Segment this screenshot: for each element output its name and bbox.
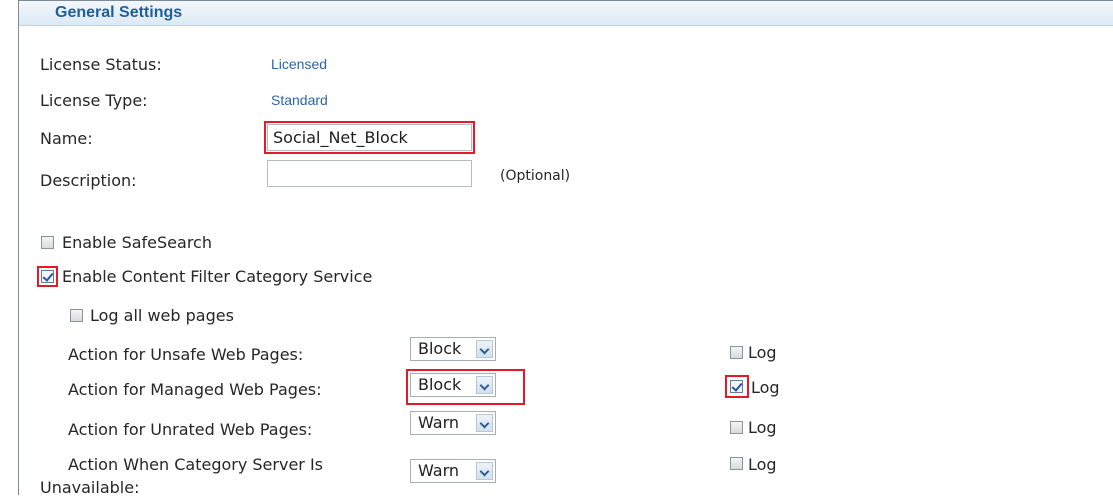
managed-action-label: Action for Managed Web Pages: bbox=[68, 380, 322, 399]
managed-log-label: Log bbox=[751, 378, 780, 397]
unsafe-action-select[interactable]: Block bbox=[410, 337, 496, 361]
chevron-down-icon[interactable] bbox=[476, 414, 493, 432]
section-title: General Settings bbox=[55, 4, 183, 21]
license-type-value: Standard bbox=[271, 92, 328, 108]
content-filter-label: Enable Content Filter Category Service bbox=[62, 267, 373, 286]
license-status-value: Licensed bbox=[271, 56, 328, 72]
unrated-log-checkbox[interactable] bbox=[730, 421, 743, 434]
unavailable-log-checkbox[interactable] bbox=[730, 457, 743, 470]
log-all-checkbox[interactable] bbox=[70, 309, 83, 322]
safesearch-checkbox[interactable] bbox=[41, 236, 54, 249]
unsafe-action-label: Action for Unsafe Web Pages: bbox=[68, 345, 304, 364]
name-label: Name: bbox=[40, 129, 93, 148]
chevron-down-icon[interactable] bbox=[476, 340, 493, 358]
license-status-label: License Status: bbox=[40, 55, 162, 74]
unrated-action-select[interactable]: Warn bbox=[410, 411, 496, 435]
description-field[interactable] bbox=[267, 160, 472, 187]
description-label: Description: bbox=[40, 171, 137, 190]
managed-log-highlight-box bbox=[725, 375, 749, 398]
managed-action-highlight-box bbox=[406, 369, 525, 405]
unsafe-log-label: Log bbox=[748, 343, 777, 362]
log-all-label: Log all web pages bbox=[90, 306, 234, 325]
unavailable-log-label: Log bbox=[748, 455, 777, 474]
optional-note: (Optional) bbox=[500, 168, 571, 184]
unavailable-action-select[interactable]: Warn bbox=[410, 459, 496, 483]
unsafe-log-checkbox[interactable] bbox=[730, 346, 743, 359]
name-highlight-box bbox=[264, 121, 475, 154]
unavailable-action-label-line2: Unavailable: bbox=[40, 478, 140, 497]
unrated-action-label: Action for Unrated Web Pages: bbox=[68, 420, 313, 439]
unsafe-action-value: Block bbox=[418, 339, 462, 358]
content-filter-highlight-box bbox=[37, 266, 58, 287]
unavailable-action-value: Warn bbox=[418, 461, 460, 480]
safesearch-label: Enable SafeSearch bbox=[62, 233, 212, 252]
license-type-label: License Type: bbox=[40, 91, 148, 110]
section-header: General Settings bbox=[19, 1, 1113, 26]
unrated-log-label: Log bbox=[748, 418, 777, 437]
unrated-action-value: Warn bbox=[418, 413, 460, 432]
unavailable-action-label-line1: Action When Category Server Is bbox=[68, 455, 324, 474]
chevron-down-icon[interactable] bbox=[476, 462, 493, 480]
